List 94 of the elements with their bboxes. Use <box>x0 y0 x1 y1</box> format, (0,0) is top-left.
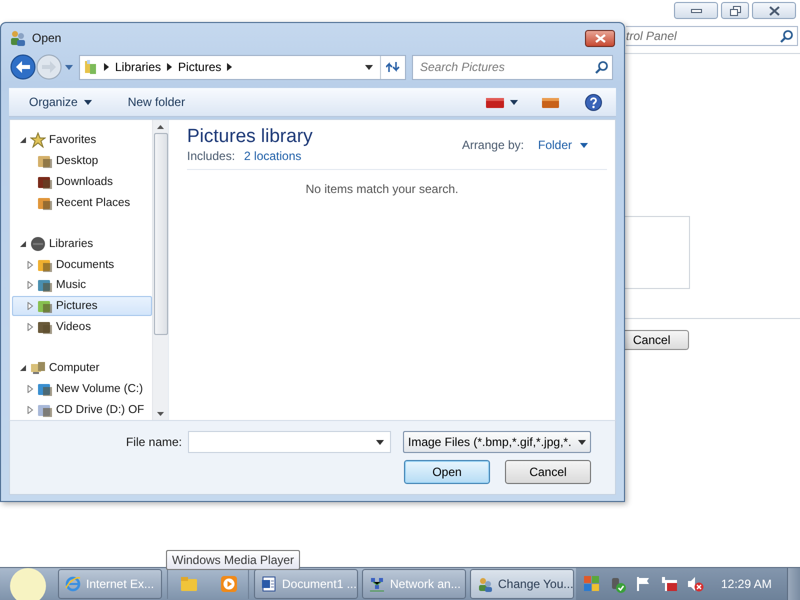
collapsed-arrow-icon[interactable] <box>26 302 34 310</box>
caret-icon <box>578 440 586 444</box>
close-icon <box>768 6 780 16</box>
caret-icon <box>65 64 73 70</box>
tree-item[interactable]: Pictures <box>12 296 152 316</box>
view-icon <box>486 96 504 108</box>
minimize-icon <box>690 8 702 12</box>
breadcrumb-item[interactable]: Pictures <box>178 60 222 74</box>
chevron-icon <box>227 63 232 71</box>
arrange-label: Arrange by: <box>462 138 524 152</box>
tree-group[interactable]: Computer <box>12 358 152 379</box>
cancel-button[interactable]: Cancel <box>625 330 689 350</box>
search-icon <box>780 30 793 43</box>
file-type-dropdown[interactable]: Image Files (*.bmp,*.gif,*.jpg,*. <box>403 431 591 453</box>
caret-icon <box>376 440 384 444</box>
up-arrow-icon[interactable] <box>157 125 164 129</box>
windows-icon[interactable] <box>584 576 600 592</box>
file-name-field[interactable] <box>188 431 391 453</box>
tree-item[interactable]: Videos <box>12 316 152 338</box>
caret-icon <box>84 100 92 104</box>
users-icon <box>477 576 493 592</box>
chevron-icon <box>167 63 172 71</box>
cancel-button[interactable]: Cancel <box>505 460 591 484</box>
tree-item[interactable]: Downloads <box>12 171 152 192</box>
empty-message: No items match your search. <box>306 182 458 196</box>
folder-icon <box>37 298 53 314</box>
folder-icon <box>180 576 198 592</box>
computer-icon <box>30 360 46 376</box>
library-icon <box>84 59 98 75</box>
tree-item[interactable]: New Volume (C:) <box>12 378 152 400</box>
tree-group[interactable]: Libraries <box>12 234 152 254</box>
open-button[interactable]: Open <box>404 460 490 484</box>
network-error-icon[interactable] <box>661 576 678 592</box>
muted-speaker-icon[interactable] <box>687 576 704 592</box>
search-field[interactable]: trol Panel <box>626 26 798 46</box>
caret-icon <box>580 142 588 148</box>
history-dropdown[interactable] <box>65 64 73 70</box>
close-button[interactable] <box>752 2 796 19</box>
play-icon <box>220 576 236 592</box>
tree-group[interactable]: Favorites <box>12 130 152 151</box>
document-icon <box>261 576 277 592</box>
restore-icon <box>730 6 740 16</box>
globe-icon <box>65 576 81 592</box>
new-folder-button[interactable]: New folder <box>124 93 190 111</box>
collapsed-arrow-icon[interactable] <box>26 384 34 393</box>
tree-item[interactable]: Recent Places <box>12 192 152 213</box>
back-button[interactable] <box>10 54 36 80</box>
close-button[interactable] <box>585 30 615 46</box>
locations-link[interactable]: 2 locations <box>244 149 302 163</box>
tree-item[interactable]: Documents <box>12 254 152 275</box>
dialog-title: Open <box>32 31 62 45</box>
device-check-icon[interactable] <box>609 576 627 592</box>
field-label: File name: <box>126 435 182 449</box>
collapsed-arrow-icon[interactable] <box>26 322 34 331</box>
flag-icon[interactable] <box>636 576 652 592</box>
expanded-arrow-icon[interactable] <box>19 136 27 144</box>
includes-label: Includes: <box>187 149 236 163</box>
pane-icon <box>542 96 559 108</box>
search-icon <box>595 60 608 74</box>
arrange-dropdown[interactable]: Folder <box>538 138 588 152</box>
collapsed-arrow-icon[interactable] <box>26 281 34 290</box>
network-icon <box>369 576 385 592</box>
tree-item[interactable]: Desktop <box>12 150 152 172</box>
organize-menu[interactable]: Organize <box>25 93 96 111</box>
disc-icon <box>30 236 46 252</box>
minimize-button[interactable] <box>674 2 718 19</box>
down-arrow-icon[interactable] <box>157 412 164 416</box>
tooltip: Windows Media Player <box>166 550 300 570</box>
help-icon <box>585 94 602 110</box>
scrollbar[interactable] <box>152 120 168 420</box>
media-player-button[interactable] <box>220 576 236 592</box>
close-icon <box>594 34 606 42</box>
show-desktop-button[interactable] <box>787 568 800 600</box>
folder-icon <box>37 153 53 170</box>
folder-icon <box>37 277 53 294</box>
tree-item[interactable]: Music <box>12 275 152 296</box>
expanded-arrow-icon[interactable] <box>19 240 27 248</box>
tree-item[interactable]: CD Drive (D:) OF <box>12 399 152 420</box>
scrollbar-thumb[interactable] <box>154 133 168 335</box>
refresh-icon <box>386 61 400 73</box>
breadcrumb-item[interactable]: Libraries <box>115 60 162 74</box>
star-icon <box>30 132 46 148</box>
collapsed-arrow-icon[interactable] <box>26 406 34 414</box>
chevron-icon <box>104 63 109 71</box>
search-field[interactable]: Search Pictures <box>412 54 613 80</box>
taskbar-button[interactable]: Change You... <box>470 569 574 599</box>
caret-icon <box>510 100 518 104</box>
library-title: Pictures library <box>187 126 314 148</box>
expanded-arrow-icon[interactable] <box>19 364 27 372</box>
address-bar[interactable]: Libraries Pictures <box>79 54 406 80</box>
collapsed-arrow-icon[interactable] <box>26 260 34 269</box>
caret-icon <box>365 64 373 70</box>
restore-button[interactable] <box>721 2 749 19</box>
users-icon <box>10 30 26 46</box>
